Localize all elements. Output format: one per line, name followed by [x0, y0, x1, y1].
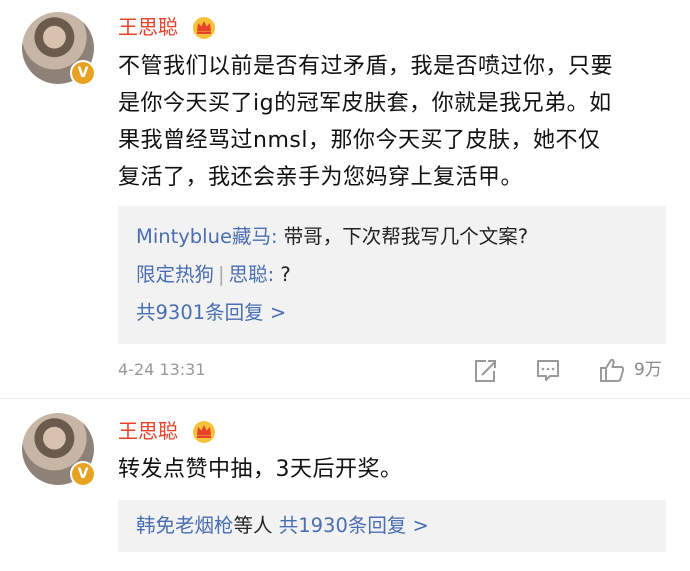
reply-text: 带哥，下次帮我写几个文案?: [277, 225, 529, 248]
reply-separator: |: [218, 263, 225, 286]
view-replies-link[interactable]: 共9301条回复 >: [136, 294, 666, 332]
comment-text-line: 果我曾经骂过nmsl，那你今天买了皮肤，她不仅: [118, 128, 601, 153]
crown-vip-icon: [193, 421, 215, 443]
reply-user[interactable]: Mintyblue藏马: [136, 225, 271, 248]
comment-text-line: 复活了，我还会亲手为您妈穿上复活甲。: [118, 165, 524, 190]
share-icon[interactable]: [472, 355, 498, 385]
avatar[interactable]: V: [22, 12, 96, 86]
avatar[interactable]: V: [22, 413, 96, 487]
reply-text: ?: [274, 263, 291, 286]
reply-colon: :: [270, 225, 278, 248]
reply-user[interactable]: 思聪: [229, 263, 268, 286]
reply-item[interactable]: Mintyblue藏马: 带哥，下次帮我写几个文案?: [136, 218, 666, 256]
reply-box[interactable]: Mintyblue藏马: 带哥，下次帮我写几个文案? 限定热狗 | 思聪: ? 共9…: [118, 206, 666, 344]
verified-badge: V: [70, 461, 96, 487]
crown-vip-icon: [193, 17, 215, 39]
comment-text-line: 转发点赞中抽，3天后开奖。: [118, 457, 403, 482]
comment-text-line: 是你今天买了ig的冠军皮肤套，你就是我兄弟。如: [118, 91, 612, 116]
view-replies-link[interactable]: 共1930条回复 >: [273, 514, 429, 537]
author-name[interactable]: 王思聪: [118, 14, 178, 40]
reply-user[interactable]: 韩免老烟枪: [136, 514, 234, 537]
divider: [0, 398, 690, 399]
like-icon[interactable]: [598, 355, 626, 385]
reply-user[interactable]: 限定热狗: [136, 263, 214, 286]
author-name[interactable]: 王思聪: [118, 418, 178, 444]
like-count: 9万: [634, 360, 662, 380]
reply-summary-text: 等人: [233, 514, 273, 537]
timestamp: 4-24 13:31: [118, 360, 206, 379]
reply-item[interactable]: 限定热狗 | 思聪: ?: [136, 256, 666, 294]
comment-text-line: 不管我们以前是否有过矛盾，我是否喷过你，只要: [118, 54, 614, 79]
comment-text: 不管我们以前是否有过矛盾，我是否喷过你，只要 是你今天买了ig的冠军皮肤套，你就…: [118, 48, 678, 196]
comment-icon[interactable]: [535, 355, 561, 385]
verified-badge: V: [70, 60, 96, 86]
reply-summary[interactable]: 韩免老烟枪等人 共1930条回复 >: [136, 507, 666, 545]
comment-text: 转发点赞中抽，3天后开奖。: [118, 451, 678, 488]
reply-box[interactable]: 韩免老烟枪等人 共1930条回复 >: [118, 500, 666, 552]
